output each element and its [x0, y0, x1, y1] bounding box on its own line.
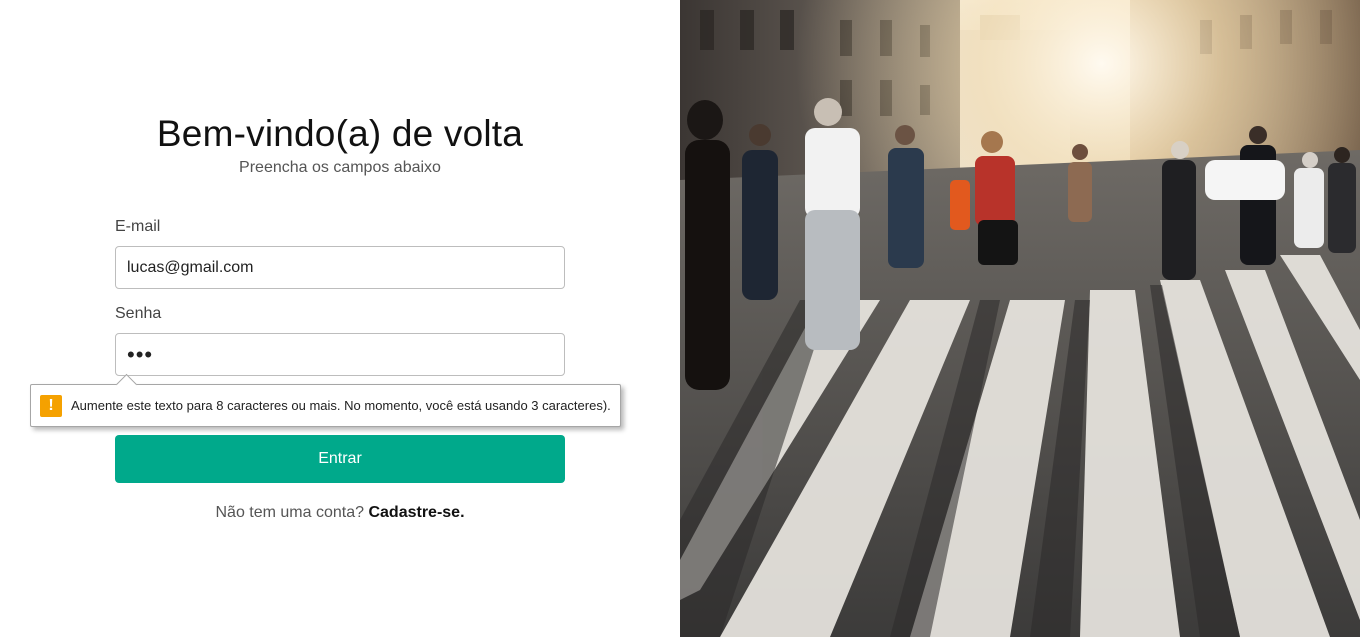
signup-link[interactable]: Cadastre-se. [368, 504, 464, 521]
password-field[interactable]: ••• [115, 333, 565, 376]
password-mask: ••• [127, 341, 154, 367]
tooltip-message: Aumente este texto para 8 caracteres ou … [71, 398, 611, 413]
password-label: Senha [115, 305, 162, 322]
page-title: Bem-vindo(a) de volta [156, 113, 524, 154]
signup-prompt: Não tem uma conta? [215, 504, 365, 521]
crosswalk-photo [680, 0, 1360, 637]
hero-photo [680, 0, 1360, 637]
email-field[interactable] [115, 246, 565, 289]
warning-icon: ! [40, 394, 62, 417]
page-subtitle: Preencha os campos abaixo [239, 159, 441, 176]
submit-button[interactable]: Entrar [115, 435, 565, 483]
signup-row: Não tem uma conta? Cadastre-se. [0, 504, 680, 522]
email-label: E-mail [115, 218, 161, 235]
tooltip-arrow [115, 373, 138, 396]
validation-tooltip: ! Aumente este texto para 8 caracteres o… [30, 373, 621, 427]
login-page: Bem-vindo(a) de volta Preencha os campos… [0, 0, 1360, 637]
login-panel: Bem-vindo(a) de volta Preencha os campos… [0, 0, 680, 637]
